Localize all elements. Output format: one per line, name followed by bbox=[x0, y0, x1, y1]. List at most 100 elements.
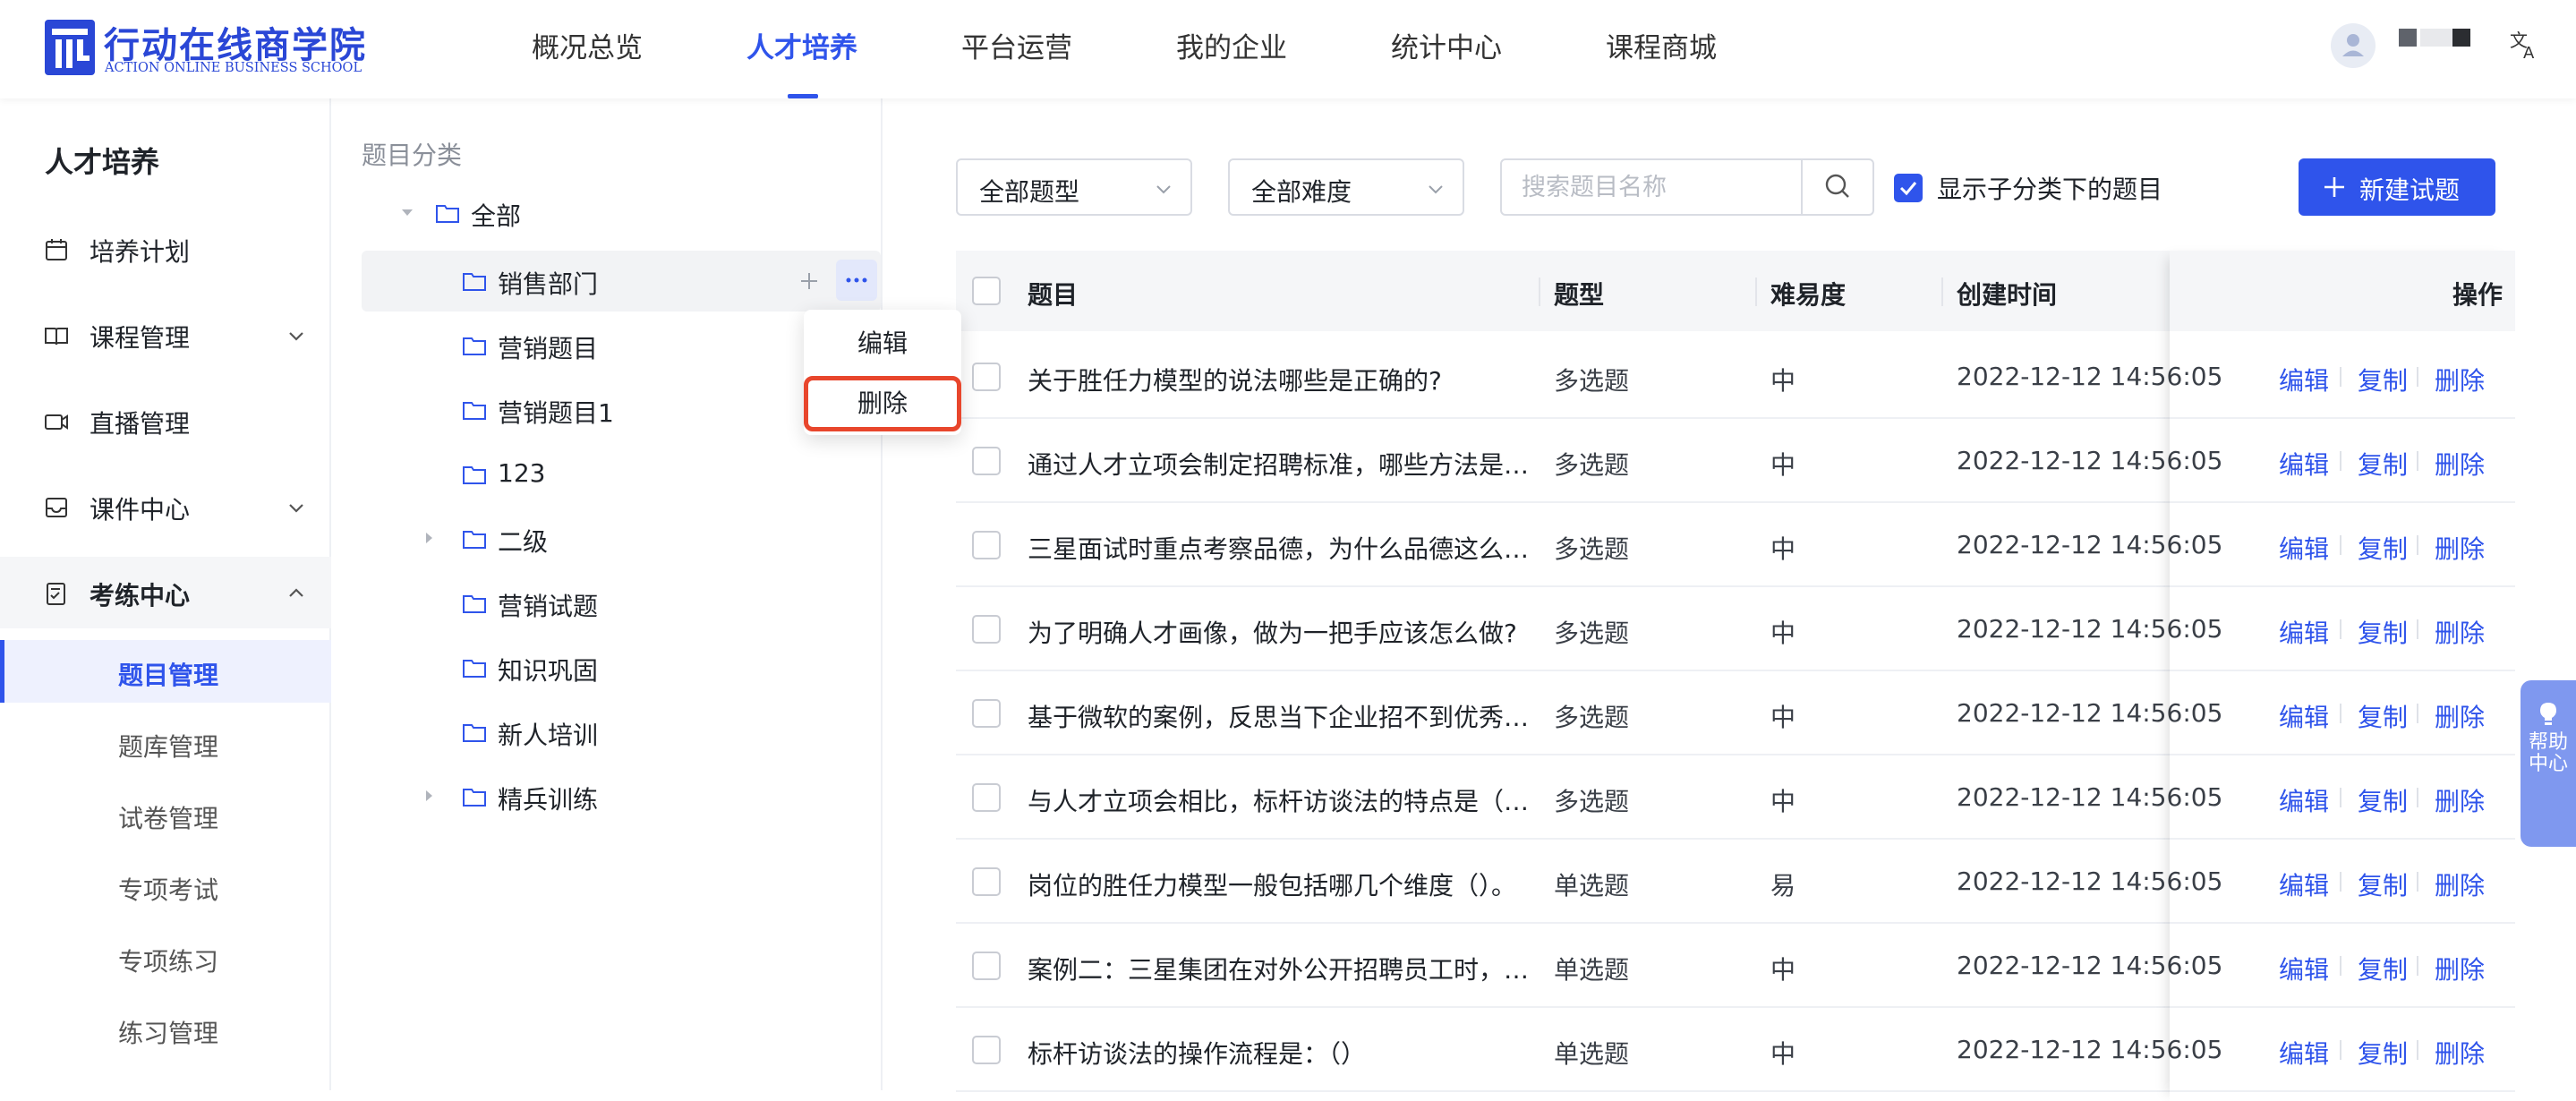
tree-node-123[interactable]: 123 bbox=[362, 444, 883, 505]
created-time-cell: 2022-12-12 14:56:05 bbox=[1957, 1035, 2223, 1064]
delete-link[interactable]: 删除 bbox=[2435, 698, 2485, 734]
username-masked-3 bbox=[2452, 29, 2470, 47]
question-type-select[interactable]: 全部题型 bbox=[956, 158, 1192, 216]
user-avatar-icon[interactable] bbox=[2331, 23, 2376, 68]
sidebar-subitem-special-exam[interactable]: 专项考试 bbox=[0, 855, 331, 918]
row-checkbox[interactable] bbox=[972, 783, 1001, 812]
tree-node-level2[interactable]: 二级 bbox=[362, 508, 883, 569]
caret-right-icon[interactable] bbox=[421, 530, 437, 546]
copy-link[interactable]: 复制 bbox=[2358, 951, 2408, 986]
tree-node-marketing-test[interactable]: 营销试题 bbox=[362, 573, 883, 634]
copy-link[interactable]: 复制 bbox=[2358, 1035, 2408, 1071]
copy-link[interactable]: 复制 bbox=[2358, 614, 2408, 650]
sidebar-subitem-special-practice[interactable]: 专项练习 bbox=[0, 926, 331, 989]
tree-node-label: 123 bbox=[498, 458, 546, 488]
edit-link[interactable]: 编辑 bbox=[2279, 951, 2329, 986]
search-input[interactable] bbox=[1502, 160, 1801, 214]
edit-link[interactable]: 编辑 bbox=[2279, 530, 2329, 566]
sidebar-item-live-mgmt[interactable]: 直播管理 bbox=[0, 385, 331, 457]
tree-node-label: 新人培训 bbox=[498, 721, 599, 750]
caret-down-icon[interactable] bbox=[399, 204, 415, 220]
created-time-cell: 2022-12-12 14:56:05 bbox=[1957, 698, 2223, 728]
delete-link[interactable]: 删除 bbox=[2435, 866, 2485, 902]
sidebar-item-training-plan[interactable]: 培养计划 bbox=[0, 213, 331, 285]
edit-link[interactable]: 编辑 bbox=[2279, 614, 2329, 650]
sidebar-subitem-paper-mgmt[interactable]: 试卷管理 bbox=[0, 783, 331, 846]
caret-right-icon[interactable] bbox=[421, 788, 437, 804]
copy-link[interactable]: 复制 bbox=[2358, 782, 2408, 818]
sidebar-item-exam-center[interactable]: 考练中心 bbox=[0, 557, 331, 628]
search-button[interactable] bbox=[1801, 160, 1872, 214]
copy-link[interactable]: 复制 bbox=[2358, 530, 2408, 566]
row-checkbox[interactable] bbox=[972, 1036, 1001, 1064]
inbox-icon bbox=[46, 498, 67, 517]
sidebar-subitem-bank-mgmt[interactable]: 题库管理 bbox=[0, 712, 331, 774]
select-value: 全部难度 bbox=[1251, 177, 1352, 207]
sidebar-item-course-mgmt[interactable]: 课程管理 bbox=[0, 299, 331, 371]
nav-talent-training[interactable]: 人才培养 bbox=[746, 25, 857, 65]
row-checkbox[interactable] bbox=[972, 447, 1001, 475]
tree-node-sales-dept[interactable]: 销售部门 bbox=[362, 251, 881, 312]
popup-delete-item[interactable]: 删除 bbox=[804, 376, 961, 431]
new-question-button[interactable]: 新建试题 bbox=[2299, 158, 2495, 216]
edit-link[interactable]: 编辑 bbox=[2279, 1035, 2329, 1071]
edit-link[interactable]: 编辑 bbox=[2279, 782, 2329, 818]
delete-link[interactable]: 删除 bbox=[2435, 530, 2485, 566]
edit-link[interactable]: 编辑 bbox=[2279, 698, 2329, 734]
sidebar-subitem-question-mgmt[interactable]: 题目管理 bbox=[0, 640, 331, 703]
sidebar-item-courseware[interactable]: 课件中心 bbox=[0, 471, 331, 542]
column-divider bbox=[1941, 277, 1943, 306]
nav-course-mall[interactable]: 课程商城 bbox=[1606, 25, 1717, 65]
action-divider bbox=[2417, 451, 2418, 471]
delete-link[interactable]: 删除 bbox=[2435, 446, 2485, 482]
action-divider bbox=[2417, 956, 2418, 976]
row-checkbox[interactable] bbox=[972, 615, 1001, 644]
tree-node-label: 精兵训练 bbox=[498, 785, 599, 815]
difficulty-select[interactable]: 全部难度 bbox=[1228, 158, 1464, 216]
nav-my-company[interactable]: 我的企业 bbox=[1176, 25, 1287, 65]
created-time-cell: 2022-12-12 14:56:05 bbox=[1957, 362, 2223, 391]
delete-link[interactable]: 删除 bbox=[2435, 951, 2485, 986]
help-center-widget[interactable]: 帮助中心 bbox=[2521, 680, 2576, 847]
help-center-label: 帮助中心 bbox=[2528, 731, 2568, 775]
search-icon bbox=[1825, 174, 1849, 198]
tree-node-elite[interactable]: 精兵训练 bbox=[362, 766, 883, 827]
delete-link[interactable]: 删除 bbox=[2435, 782, 2485, 818]
row-checkbox[interactable] bbox=[972, 699, 1001, 728]
nav-overview[interactable]: 概况总览 bbox=[532, 25, 643, 65]
sidebar-subitem-label: 练习管理 bbox=[118, 1019, 219, 1048]
copy-link[interactable]: 复制 bbox=[2358, 446, 2408, 482]
row-checkbox[interactable] bbox=[972, 952, 1001, 980]
copy-link[interactable]: 复制 bbox=[2358, 866, 2408, 902]
table-row: 与人才立项会相比，标杆访谈法的特点是（… 多选题 中 2022-12-12 14:56… bbox=[956, 755, 2515, 840]
sidebar-subitem-practice-mgmt[interactable]: 练习管理 bbox=[0, 998, 331, 1061]
sidebar-item-label: 考练中心 bbox=[90, 581, 191, 610]
copy-link[interactable]: 复制 bbox=[2358, 698, 2408, 734]
folder-icon bbox=[463, 466, 486, 484]
delete-link[interactable]: 删除 bbox=[2435, 614, 2485, 650]
row-checkbox[interactable] bbox=[972, 531, 1001, 559]
translate-icon[interactable]: 文 A bbox=[2508, 29, 2540, 61]
edit-link[interactable]: 编辑 bbox=[2279, 362, 2329, 397]
nav-statistics[interactable]: 统计中心 bbox=[1391, 25, 1502, 65]
popup-edit-item[interactable]: 编辑 bbox=[804, 319, 961, 369]
row-checkbox[interactable] bbox=[972, 363, 1001, 391]
delete-link[interactable]: 删除 bbox=[2435, 362, 2485, 397]
table-row: 基于微软的案例，反思当下企业招不到优秀… 多选题 中 2022-12-12 14:56… bbox=[956, 671, 2515, 755]
tree-node-knowledge[interactable]: 知识巩固 bbox=[362, 637, 883, 698]
edit-link[interactable]: 编辑 bbox=[2279, 866, 2329, 902]
row-checkbox[interactable] bbox=[972, 867, 1001, 896]
show-subcategory-checkbox[interactable] bbox=[1894, 174, 1923, 202]
select-all-checkbox[interactable] bbox=[972, 277, 1001, 305]
delete-link[interactable]: 删除 bbox=[2435, 1035, 2485, 1071]
tree-node-newbie[interactable]: 新人培训 bbox=[362, 702, 883, 763]
svg-text:A: A bbox=[2523, 44, 2535, 61]
show-subcategory-label[interactable]: 显示子分类下的题目 bbox=[1937, 170, 2162, 206]
nav-platform-ops[interactable]: 平台运营 bbox=[961, 25, 1072, 65]
question-title-cell: 案例二：三星集团在对外公开招聘员工时，… bbox=[1028, 955, 1530, 985]
edit-link[interactable]: 编辑 bbox=[2279, 446, 2329, 482]
tree-node-root[interactable]: 全部 bbox=[362, 183, 883, 243]
add-subcategory-icon[interactable] bbox=[793, 265, 825, 297]
more-options-button[interactable] bbox=[836, 260, 877, 301]
copy-link[interactable]: 复制 bbox=[2358, 362, 2408, 397]
